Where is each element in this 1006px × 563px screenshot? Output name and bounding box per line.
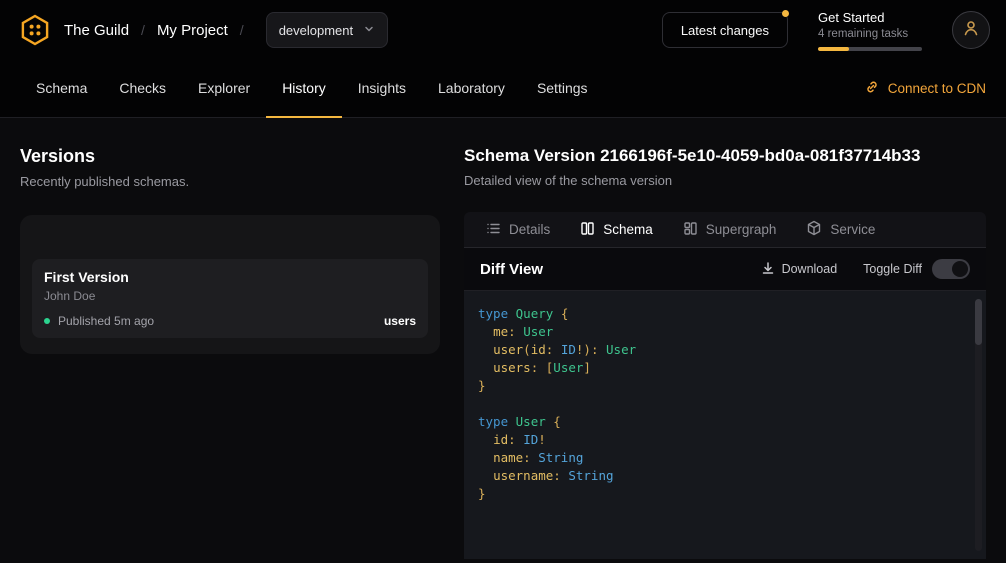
- detail-tab-label: Service: [830, 222, 875, 237]
- versions-list: First Version John Doe Published 5m ago …: [20, 215, 440, 354]
- diff-view-title: Diff View: [480, 261, 543, 278]
- download-button[interactable]: Download: [755, 260, 844, 279]
- breadcrumb-org[interactable]: The Guild: [64, 22, 129, 39]
- tab-history[interactable]: History: [266, 61, 342, 118]
- toggle-diff-label: Toggle Diff: [863, 262, 922, 276]
- code-scrollbar-thumb[interactable]: [975, 299, 982, 345]
- breadcrumb-separator: /: [141, 22, 145, 38]
- chevron-down-icon: [363, 23, 375, 38]
- detail-tab-bar: Details Schema: [464, 212, 986, 248]
- version-author: John Doe: [44, 289, 416, 303]
- list-icon: [486, 221, 501, 239]
- get-started-subtitle: 4 remaining tasks: [818, 28, 922, 40]
- get-started-progress-fill: [818, 47, 849, 51]
- version-status: Published 5m ago: [58, 314, 154, 328]
- main-nav: Schema Checks Explorer History Insights …: [0, 60, 1006, 118]
- code-scrollbar-track: [975, 299, 982, 551]
- get-started-title: Get Started: [818, 10, 922, 25]
- tab-checks[interactable]: Checks: [103, 61, 182, 118]
- breadcrumb-project[interactable]: My Project: [157, 22, 228, 39]
- connect-to-cdn-link[interactable]: Connect to CDN: [864, 79, 986, 98]
- version-detail-section: Schema Version 2166196f-5e10-4059-bd0a-0…: [440, 118, 1006, 563]
- columns-icon: [580, 221, 595, 239]
- latest-changes-label: Latest changes: [681, 23, 769, 38]
- versions-section: Versions Recently published schemas. Fir…: [0, 118, 440, 563]
- notification-dot: [782, 10, 789, 17]
- detail-tab-label: Schema: [603, 222, 653, 237]
- toggle-diff-knob: [952, 261, 968, 277]
- download-label: Download: [782, 262, 838, 276]
- toggle-diff-switch[interactable]: [932, 259, 970, 279]
- cube-icon: [806, 220, 822, 239]
- content: Versions Recently published schemas. Fir…: [0, 118, 1006, 563]
- detail-tab-schema[interactable]: Schema: [580, 212, 653, 247]
- code-block: type Query { me: User user(id: ID!): Use…: [478, 305, 964, 503]
- detail-tab-details[interactable]: Details: [486, 212, 550, 247]
- version-list-item[interactable]: First Version John Doe Published 5m ago …: [32, 259, 428, 338]
- version-detail-title: Schema Version 2166196f-5e10-4059-bd0a-0…: [464, 146, 986, 166]
- versions-title: Versions: [20, 146, 440, 167]
- tab-schema[interactable]: Schema: [20, 61, 103, 118]
- user-avatar[interactable]: [952, 11, 990, 49]
- detail-tab-label: Details: [509, 222, 550, 237]
- diff-view-header: Diff View Download Toggle D: [464, 248, 986, 291]
- environment-select-value: development: [279, 23, 353, 38]
- link-icon: [864, 79, 880, 98]
- tab-laboratory[interactable]: Laboratory: [422, 61, 521, 118]
- versions-subtitle: Recently published schemas.: [20, 174, 440, 189]
- tab-explorer[interactable]: Explorer: [182, 61, 266, 118]
- version-service-badge: users: [384, 314, 416, 328]
- breadcrumb-separator: /: [240, 22, 244, 38]
- detail-tab-label: Supergraph: [706, 222, 777, 237]
- tab-settings[interactable]: Settings: [521, 61, 604, 118]
- tab-insights[interactable]: Insights: [342, 61, 422, 118]
- connect-to-cdn-label: Connect to CDN: [888, 81, 986, 96]
- detail-tab-supergraph[interactable]: Supergraph: [683, 212, 777, 247]
- top-bar: The Guild / My Project / development Lat…: [0, 0, 1006, 60]
- get-started-progress-track: [818, 47, 922, 51]
- detail-tab-service[interactable]: Service: [806, 212, 875, 247]
- latest-changes-button[interactable]: Latest changes: [662, 12, 788, 48]
- environment-select[interactable]: development: [266, 12, 388, 48]
- hive-logo-icon[interactable]: [18, 13, 52, 47]
- user-icon: [962, 19, 980, 42]
- version-detail-subtitle: Detailed view of the schema version: [464, 173, 986, 188]
- grid-icon: [683, 221, 698, 239]
- download-icon: [761, 261, 775, 278]
- get-started-widget[interactable]: Get Started 4 remaining tasks: [818, 10, 922, 51]
- version-detail-panel: Details Schema: [464, 212, 986, 559]
- schema-code-viewer: type Query { me: User user(id: ID!): Use…: [464, 291, 986, 559]
- published-status-dot: [44, 318, 50, 324]
- version-name: First Version: [44, 269, 416, 285]
